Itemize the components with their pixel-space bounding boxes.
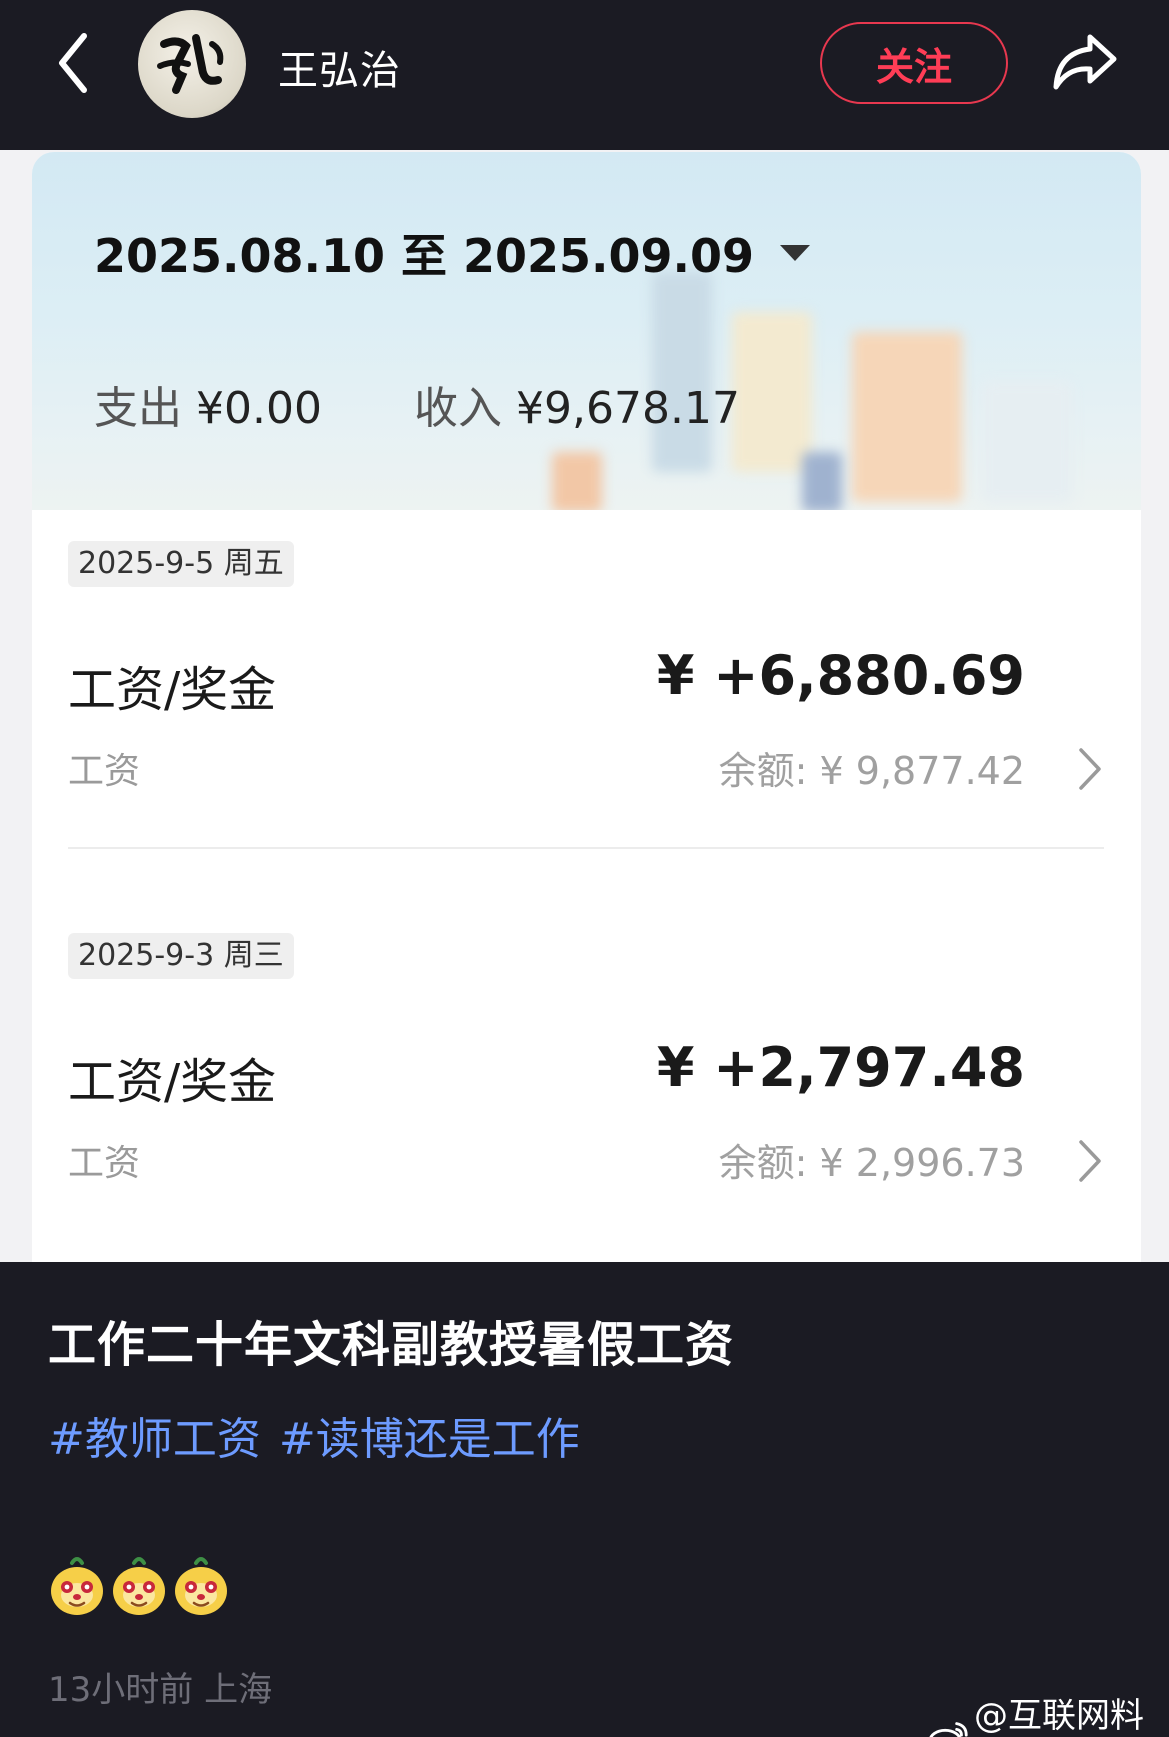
entry-title[interactable]: 工资/奖金 [68, 650, 276, 720]
bill-summary-header: 2025.08.10 至 2025.09.09 支出 ¥0.00 收入 ¥9,678… [32, 152, 1141, 510]
post-title: 工作二十年文科副教授暑假工资 [48, 1317, 735, 1373]
income-summary: 收入 ¥9,678.17 [414, 372, 740, 436]
peach-face-icon [51, 1557, 103, 1615]
income-value: ¥9,678.17 [516, 383, 740, 434]
peach-face-icon [175, 1557, 227, 1615]
expense-summary: 支出 ¥0.00 [94, 372, 322, 436]
bill-screenshot-card: 2025.08.10 至 2025.09.09 支出 ¥0.00 收入 ¥9,678… [32, 152, 1141, 1262]
back-button[interactable] [48, 28, 98, 98]
entry-balance: 余额: ¥ 2,996.73 [718, 1141, 1025, 1185]
hashtag-link[interactable]: #读博还是工作 [279, 1403, 580, 1467]
emoji-row [48, 1555, 230, 1617]
peach-face-icon [113, 1557, 165, 1615]
entry-category: 工资 [68, 751, 141, 792]
caret-down-icon [780, 245, 811, 261]
post-meta: 13小时前 上海 [48, 1670, 273, 1710]
hashtag-link[interactable]: #教师工资 [48, 1403, 261, 1467]
watermark-text: @互联网料哥 [974, 1696, 1145, 1736]
calligraphy-avatar-icon [157, 34, 224, 94]
header-decoration [552, 452, 602, 510]
share-arrow-icon [1053, 34, 1117, 90]
username[interactable]: 王弘治 [278, 38, 401, 96]
post-tags: #教师工资 #读博还是工作 [48, 1403, 580, 1467]
entry-date-tag: 2025-9-3 周三 [68, 933, 294, 979]
watermark: @互联网料哥 [928, 1688, 1169, 1737]
entry-title[interactable]: 工资/奖金 [68, 1042, 276, 1112]
date-range-text: 2025.08.10 至 2025.09.09 [94, 229, 755, 283]
expense-label: 支出 [94, 383, 182, 434]
chevron-left-icon [59, 33, 87, 93]
income-label: 收入 [414, 383, 502, 434]
header-decoration [732, 312, 812, 472]
follow-button[interactable]: 关注 [820, 22, 1008, 104]
avatar[interactable] [138, 10, 246, 118]
header-decoration [982, 382, 1072, 502]
chevron-right-icon[interactable] [1069, 744, 1109, 794]
entry-amount: ¥ +2,797.48 [656, 1036, 1025, 1099]
date-range-selector[interactable]: 2025.08.10 至 2025.09.09 [94, 220, 811, 286]
entry-amount: ¥ +6,880.69 [656, 644, 1025, 707]
entry-category: 工资 [68, 1143, 141, 1184]
chevron-right-icon[interactable] [1069, 1136, 1109, 1186]
header-decoration [852, 332, 962, 502]
share-button[interactable] [1044, 22, 1124, 102]
entry-date-tag: 2025-9-5 周五 [68, 541, 294, 587]
weibo-logo-icon [929, 1722, 968, 1737]
entry-divider [68, 847, 1104, 849]
header-decoration [802, 452, 842, 510]
top-bar: 王弘治 关注 [0, 0, 1169, 150]
entry-balance: 余额: ¥ 9,877.42 [718, 749, 1025, 793]
expense-value: ¥0.00 [196, 383, 322, 434]
